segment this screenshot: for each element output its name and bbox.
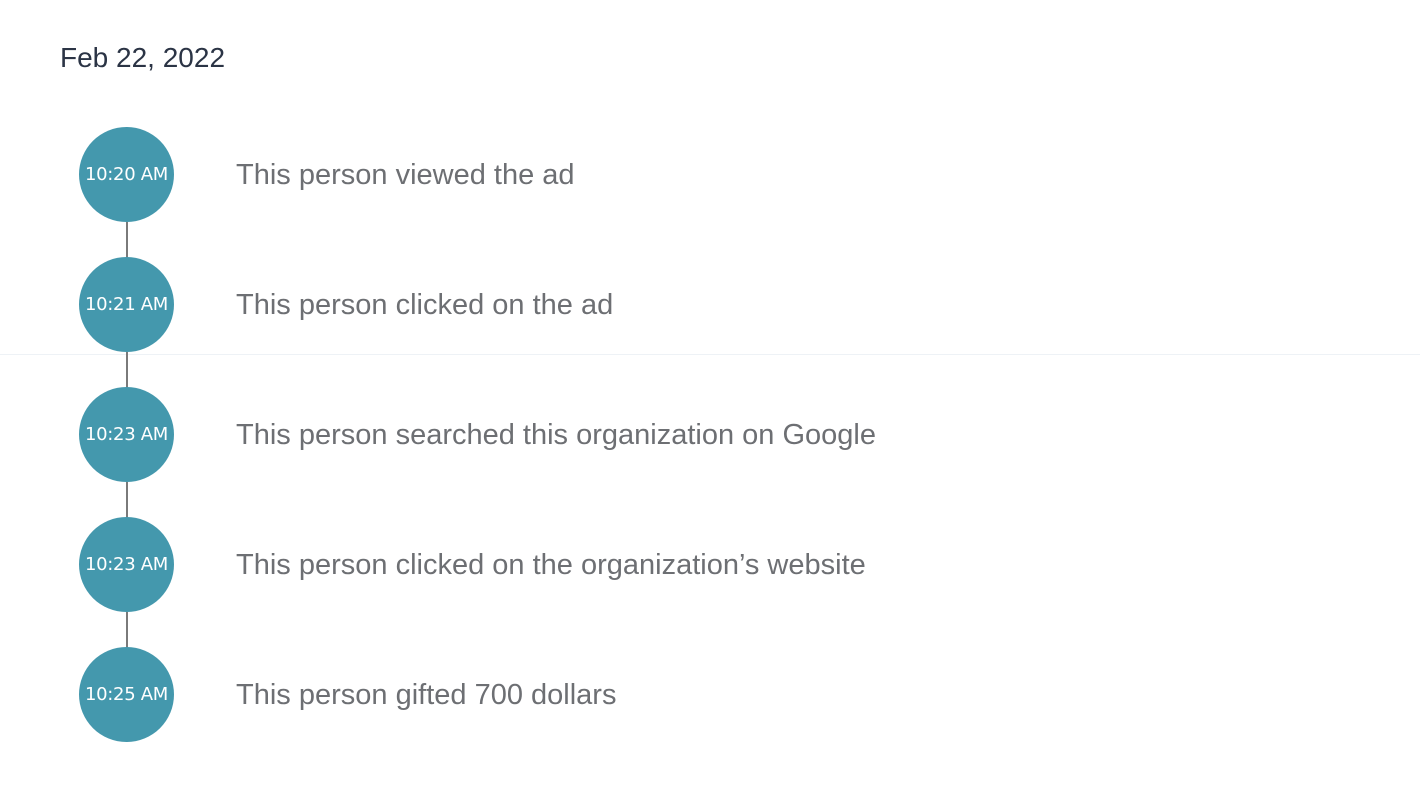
timeline-connector (126, 222, 128, 258)
event-time-badge: 10:25 AM (79, 647, 174, 742)
event-description: This person clicked on the organization’… (236, 549, 866, 581)
event-description: This person clicked on the ad (236, 289, 614, 321)
event-description: This person searched this organization o… (236, 419, 876, 451)
timeline-event: 10:21 AM This person clicked on the ad (0, 257, 1420, 353)
timeline: 10:20 AM This person viewed the ad 10:21… (0, 0, 1420, 786)
event-time-badge: 10:21 AM (79, 257, 174, 352)
event-time-badge: 10:23 AM (79, 387, 174, 482)
event-time-badge: 10:23 AM (79, 517, 174, 612)
timeline-connector (126, 612, 128, 648)
timeline-connector (126, 352, 128, 388)
timeline-event: 10:20 AM This person viewed the ad (0, 127, 1420, 223)
event-description: This person gifted 700 dollars (236, 679, 617, 711)
timeline-event: 10:23 AM This person clicked on the orga… (0, 517, 1420, 613)
timeline-event: 10:23 AM This person searched this organ… (0, 387, 1420, 483)
event-description: This person viewed the ad (236, 159, 575, 191)
timeline-event: 10:25 AM This person gifted 700 dollars (0, 647, 1420, 743)
timeline-connector (126, 482, 128, 518)
event-time-badge: 10:20 AM (79, 127, 174, 222)
